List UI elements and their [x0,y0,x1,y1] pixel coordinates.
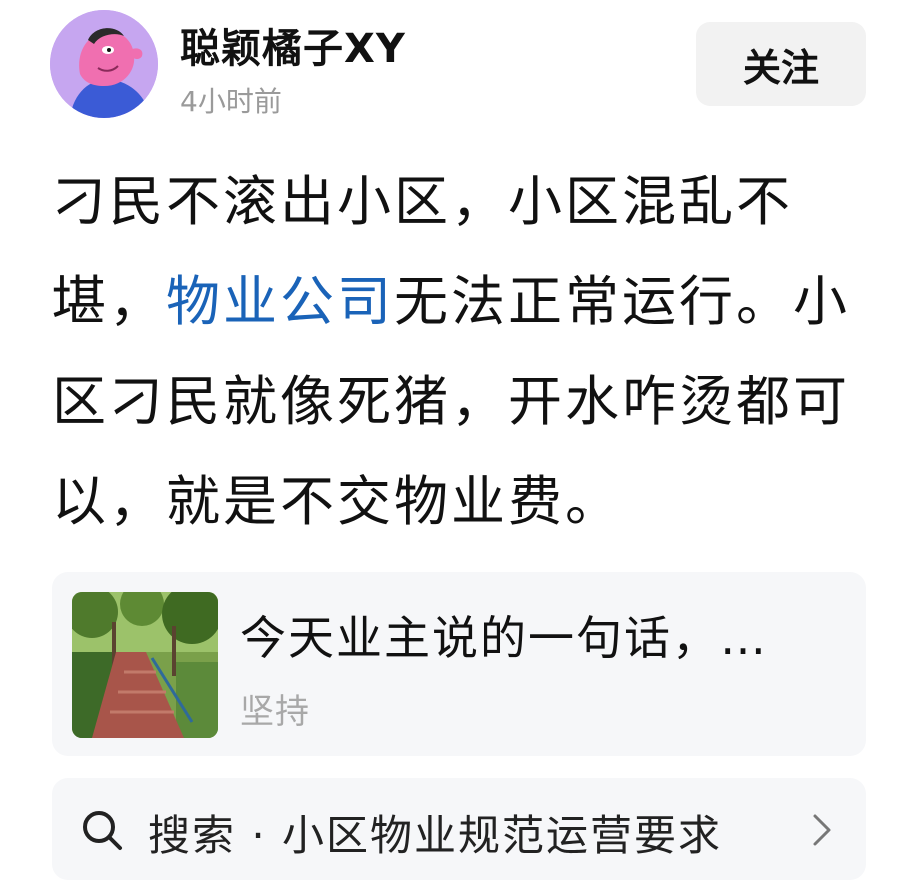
post-header: 聪颖橘子XY 4小时前 关注 [0,0,918,130]
card-thumbnail [72,592,218,738]
search-icon [83,811,122,850]
linked-post-card[interactable]: 今天业主说的一句话，… 坚持 [52,572,866,756]
card-subtitle: 坚持 [240,692,310,732]
follow-button[interactable]: 关注 [696,22,866,106]
cartoon-avatar-icon [50,10,158,118]
avatar[interactable] [50,10,158,118]
search-suggestion-text: 搜索 · 小区物业规范运营要求 [148,811,723,860]
username[interactable]: 聪颖橘子XY [180,16,406,74]
related-search-bar[interactable]: 搜索 · 小区物业规范运营要求 [52,778,866,880]
park-path-photo-icon [72,592,218,738]
keyword-link[interactable]: 物业公司 [166,270,394,333]
chevron-right-icon [813,814,831,846]
post-timestamp: 4小时前 [180,85,282,118]
card-title: 今天业主说的一句话，… [240,611,768,665]
post-body: 刁民不滚出小区，小区混乱不堪，物业公司无法正常运行。小区刁民就像死猪，开水咋烫都… [52,152,872,552]
